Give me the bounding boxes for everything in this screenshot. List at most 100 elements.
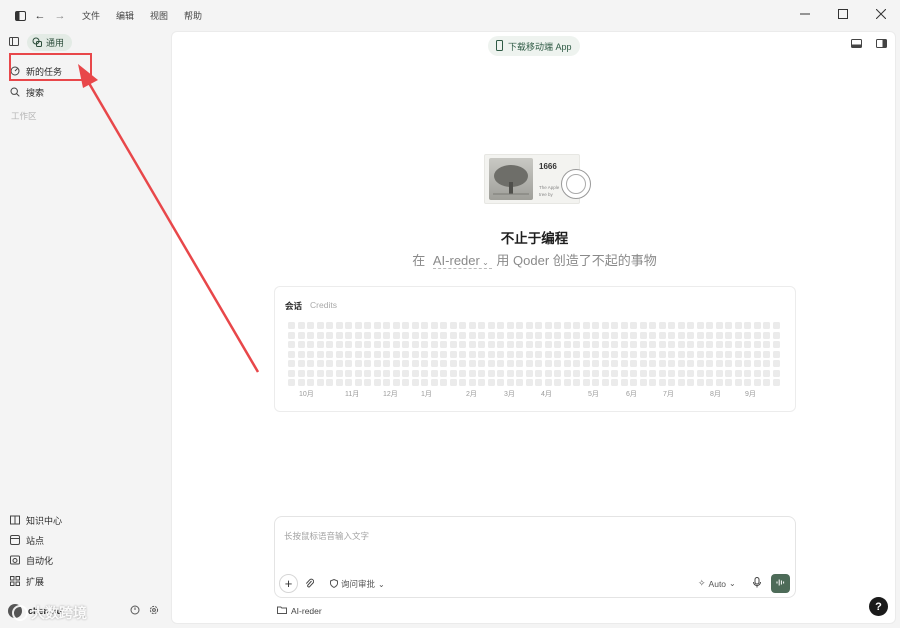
heatmap-cell (402, 379, 409, 386)
heatmap-cell (544, 322, 552, 329)
model-select[interactable]: ✧ Auto ⌄ (698, 578, 736, 589)
history-icon[interactable] (130, 605, 140, 618)
heatmap-cell (345, 322, 352, 329)
heatmap-cell (506, 369, 514, 377)
heatmap-cell (544, 379, 552, 386)
sidebar-toggle-icon[interactable] (10, 6, 30, 26)
heatmap-cell (288, 331, 295, 339)
tab-sessions[interactable]: 会话 (285, 300, 302, 312)
workspace-folder[interactable]: AI-reder (277, 606, 322, 616)
heatmap-cell (487, 369, 495, 377)
heatmap-cell (364, 341, 371, 348)
heatmap-cell (535, 360, 542, 367)
heatmap-cell (725, 360, 732, 367)
approval-mode-label: 询问审批 (341, 579, 376, 589)
heatmap-cell (364, 331, 371, 339)
heatmap-cell (639, 322, 647, 329)
heatmap-cell (459, 350, 466, 358)
approval-mode-select[interactable]: 询问审批 ⌄ (330, 578, 385, 590)
heatmap-cell (563, 331, 571, 339)
heatmap-cell (554, 322, 561, 329)
heatmap-cell (573, 369, 580, 377)
heatmap-cell (734, 379, 742, 386)
heatmap-cell (373, 360, 381, 367)
heatmap-cell (354, 322, 362, 329)
heatmap-cell (734, 331, 742, 339)
heatmap-cell (411, 360, 419, 367)
heatmap-cell (753, 331, 761, 339)
sidebar-footer-icons (130, 605, 159, 618)
heatmap-cell (639, 331, 647, 339)
close-button[interactable] (862, 0, 900, 28)
prompt-composer[interactable]: 长按鼠标语音输入文字 + 询问审批 ⌄ ✧ Auto ⌄ (274, 516, 796, 598)
heatmap-cell (554, 341, 561, 348)
heatmap-cell (373, 369, 381, 377)
minimize-button[interactable] (786, 0, 824, 28)
heatmap-cell (658, 322, 666, 329)
download-app-button[interactable]: 下载移动端 App (488, 36, 580, 56)
heatmap-cell (772, 331, 780, 339)
subtitle-prefix: 在 (412, 253, 426, 268)
search-item[interactable]: 搜索 (10, 86, 44, 99)
paperclip-icon[interactable] (305, 578, 314, 589)
heatmap-cell (696, 331, 704, 339)
microphone-icon[interactable] (753, 577, 761, 588)
heatmap-cell (677, 331, 685, 339)
heatmap-cell (335, 331, 343, 339)
maximize-button[interactable] (824, 0, 862, 28)
project-selector[interactable]: AI-reder ⌄ (432, 253, 493, 269)
heatmap-cell (611, 350, 618, 358)
add-button[interactable]: + (279, 574, 298, 593)
prompt-placeholder: 长按鼠标语音输入文字 (284, 531, 370, 541)
heatmap-cell (734, 322, 742, 329)
heatmap-cell (658, 360, 666, 367)
panel-layout-icon[interactable] (9, 36, 19, 49)
general-tab[interactable]: 通用 (27, 34, 73, 51)
heatmap-cell (601, 350, 609, 358)
heatmap-cell (497, 322, 504, 329)
heatmap-cell (307, 341, 314, 348)
heatmap-cell (421, 341, 428, 348)
heatmap-cell (516, 350, 523, 358)
heatmap-cell (383, 379, 390, 386)
sidebar-item-knowledge[interactable]: 知识中心 (10, 514, 62, 527)
sidebar-item-extensions[interactable]: 扩展 (10, 575, 44, 588)
heatmap-cell (307, 331, 314, 339)
heatmap-cell (316, 341, 324, 348)
heatmap-cell (696, 369, 704, 377)
heatmap-cell (326, 331, 333, 339)
heatmap-cell (354, 360, 362, 367)
sidebar-item-sites[interactable]: 站点 (10, 534, 44, 547)
heatmap-cell (288, 379, 295, 386)
heatmap-cell (620, 379, 628, 386)
heatmap-cell (668, 350, 675, 358)
bottom-panel-icon[interactable] (851, 39, 862, 51)
back-arrow-icon[interactable]: ← (30, 6, 50, 26)
month-label: 4月 (541, 391, 552, 398)
heatmap-cell (772, 379, 780, 386)
gear-icon[interactable] (149, 605, 159, 618)
heatmap-cell (288, 322, 295, 329)
help-button[interactable]: ? (869, 597, 888, 616)
heatmap-cell (725, 341, 732, 348)
menu-help[interactable]: 帮助 (184, 9, 202, 22)
menu-view[interactable]: 视图 (150, 9, 168, 22)
sidebar-item-automation[interactable]: 自动化 (10, 554, 53, 567)
month-label: 8月 (710, 391, 721, 398)
heatmap-cell (459, 369, 466, 377)
heatmap-cell (373, 341, 381, 348)
menu-file[interactable]: 文件 (82, 9, 100, 22)
forward-arrow-icon[interactable]: → (50, 6, 70, 26)
heatmap-cell (525, 322, 533, 329)
voice-send-button[interactable] (771, 574, 790, 593)
right-panel-icon[interactable] (876, 39, 887, 51)
shield-icon (330, 578, 338, 590)
heatmap-cell (326, 369, 333, 377)
heatmap-cell (497, 360, 504, 367)
heatmap-cell (449, 350, 457, 358)
heatmap-cell (744, 322, 751, 329)
menu-edit[interactable]: 编辑 (116, 9, 134, 22)
heatmap-cell (554, 331, 561, 339)
tab-credits[interactable]: Credits (310, 300, 337, 312)
heatmap-cell (449, 322, 457, 329)
